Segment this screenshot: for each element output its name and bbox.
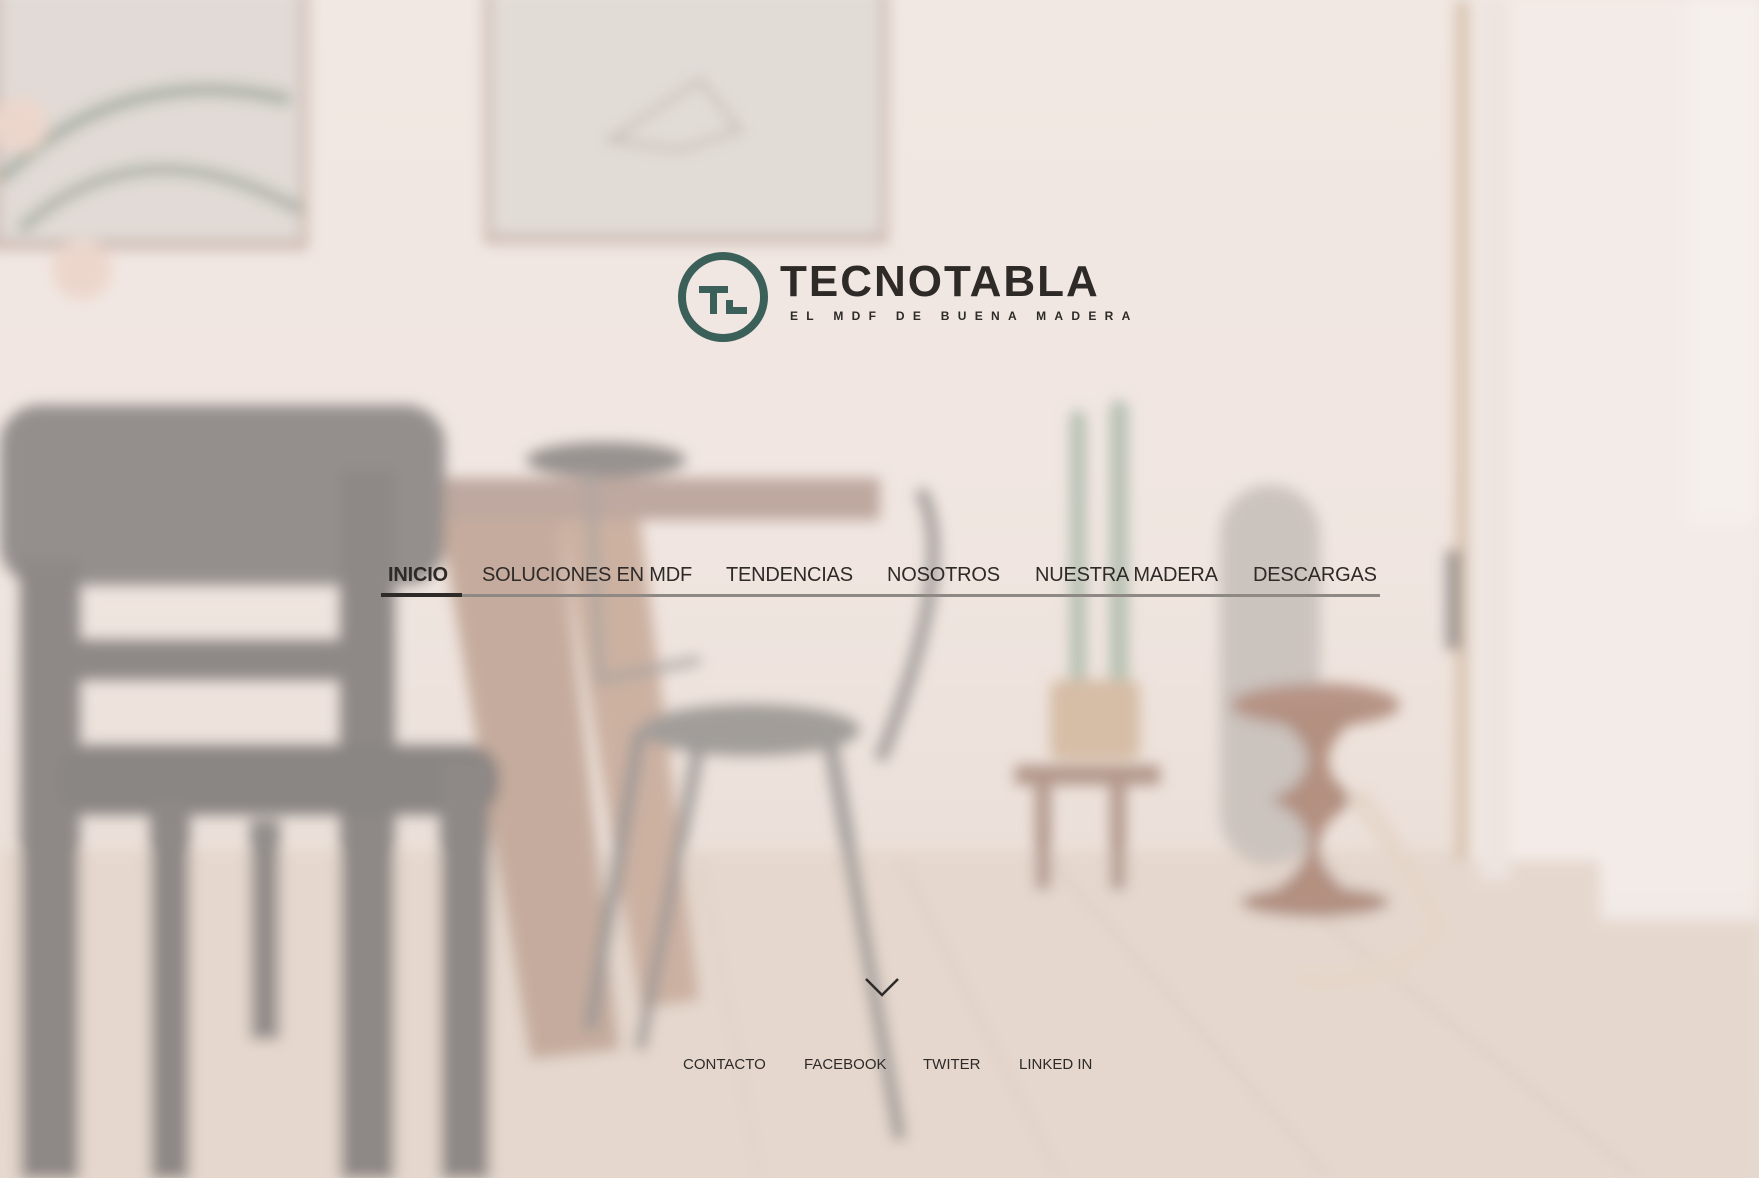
- main-navigation: INICIO SOLUCIONES EN MDF TENDENCIAS NOSO…: [381, 558, 1380, 598]
- nav-item-descargas[interactable]: DESCARGAS: [1253, 560, 1377, 590]
- nav-item-tendencias[interactable]: TENDENCIAS: [726, 560, 853, 590]
- footer-link-linked-in[interactable]: LINKED IN: [1019, 1055, 1092, 1075]
- nav-item-soluciones-en-mdf[interactable]: SOLUCIONES EN MDF: [482, 560, 692, 590]
- brand-logo[interactable]: TECNOTABLA EL MDF DE BUENA MADERA: [676, 250, 1130, 346]
- brand-tagline: EL MDF DE BUENA MADERA: [790, 309, 1139, 323]
- nav-underline: [381, 594, 1380, 597]
- chevron-down-icon[interactable]: [864, 975, 900, 999]
- nav-item-inicio[interactable]: INICIO: [388, 560, 448, 590]
- nav-active-indicator: [381, 593, 462, 597]
- footer-link-facebook[interactable]: FACEBOOK: [804, 1055, 887, 1075]
- nav-item-nuestra-madera[interactable]: NUESTRA MADERA: [1035, 560, 1218, 590]
- nav-item-nosotros[interactable]: NOSOTROS: [887, 560, 1000, 590]
- footer-link-twiter[interactable]: TWITER: [923, 1055, 981, 1075]
- footer-link-contacto[interactable]: CONTACTO: [683, 1055, 766, 1075]
- brand-name: TECNOTABLA: [780, 257, 1100, 306]
- tecnotabla-logo-icon: [678, 252, 768, 342]
